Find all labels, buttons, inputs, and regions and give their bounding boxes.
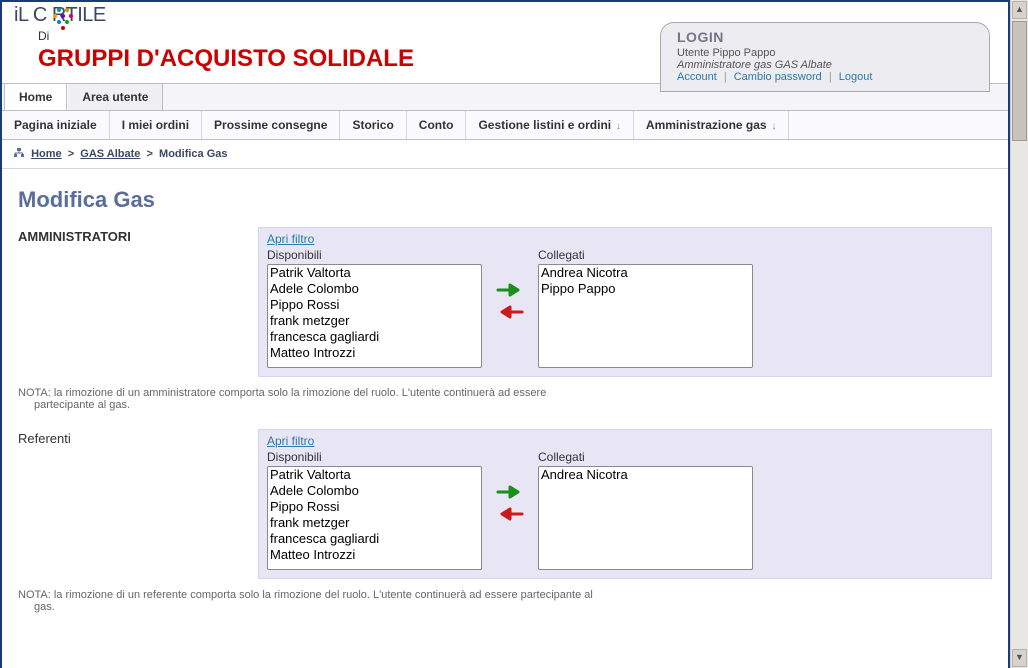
chevron-down-icon: ↓ xyxy=(769,121,777,132)
available-label: Disponibili xyxy=(267,248,482,262)
window-scrollbar[interactable]: ▲ ▼ xyxy=(1010,0,1028,668)
available-label: Disponibili xyxy=(267,450,482,464)
open-filter-link[interactable]: Apri filtro xyxy=(267,434,314,448)
refs-picker: Apri filtro Disponibili Patrik ValtortaA… xyxy=(258,429,992,579)
logo-dots-icon xyxy=(47,4,52,26)
change-password-link[interactable]: Cambio password xyxy=(734,71,822,83)
linked-label: Collegati xyxy=(538,248,753,262)
login-panel: LOGIN Utente Pippo Pappo Amministratore … xyxy=(660,22,990,92)
scroll-thumb[interactable] xyxy=(1012,21,1027,141)
login-role: Amministratore gas GAS Albate xyxy=(677,59,977,71)
refs-linked-list[interactable]: Andrea Nicotra xyxy=(538,466,753,570)
scroll-down-button[interactable]: ▼ xyxy=(1012,649,1027,667)
tab-area-utente[interactable]: Area utente xyxy=(67,84,163,110)
crumb-home[interactable]: Home xyxy=(31,148,62,160)
admins-picker: Apri filtro Disponibili Patrik ValtortaA… xyxy=(258,227,992,377)
subnav-prossime-consegne[interactable]: Prossime consegne xyxy=(202,111,340,139)
section-label-admins: AMMINISTRATORI xyxy=(18,227,258,244)
move-right-button[interactable] xyxy=(496,282,524,298)
sub-nav: Pagina iniziale I miei ordini Prossime c… xyxy=(2,111,1008,140)
subnav-conto[interactable]: Conto xyxy=(407,111,467,139)
open-filter-link[interactable]: Apri filtro xyxy=(267,232,314,246)
account-link[interactable]: Account xyxy=(677,71,717,83)
login-user: Utente Pippo Pappo xyxy=(677,47,977,59)
logo-prefix: iL C xyxy=(14,4,47,26)
tab-home[interactable]: Home xyxy=(4,84,67,110)
refs-available-list[interactable]: Patrik ValtortaAdele ColomboPippo Rossif… xyxy=(267,466,482,570)
breadcrumb: Home > GAS Albate > Modifica Gas xyxy=(2,140,1008,169)
move-left-button[interactable] xyxy=(496,506,524,522)
admins-linked-list[interactable]: Andrea NicotraPippo Pappo xyxy=(538,264,753,368)
logout-link[interactable]: Logout xyxy=(839,71,873,83)
admins-note: NOTA: la rimozione di un amministratore … xyxy=(18,387,938,411)
login-heading: LOGIN xyxy=(677,29,977,45)
subnav-miei-ordini[interactable]: I miei ordini xyxy=(110,111,202,139)
subnav-gestione-listini[interactable]: Gestione listini e ordini ↓ xyxy=(466,111,633,139)
crumb-current: Modifica Gas xyxy=(159,148,227,160)
subnav-pagina-iniziale[interactable]: Pagina iniziale xyxy=(2,111,110,139)
refs-note: NOTA: la rimozione di un referente compo… xyxy=(18,589,938,613)
subnav-amministrazione-gas[interactable]: Amministrazione gas ↓ xyxy=(634,111,789,139)
sitemap-icon xyxy=(14,148,24,158)
page-title: Modifica Gas xyxy=(18,187,992,213)
scroll-up-button[interactable]: ▲ xyxy=(1012,1,1027,19)
move-right-button[interactable] xyxy=(496,484,524,500)
section-label-referenti: Referenti xyxy=(18,429,258,446)
crumb-gas[interactable]: GAS Albate xyxy=(80,148,140,160)
chevron-down-icon: ↓ xyxy=(613,121,621,132)
admins-available-list[interactable]: Patrik ValtortaAdele ColomboPippo Rossif… xyxy=(267,264,482,368)
linked-label: Collegati xyxy=(538,450,753,464)
move-left-button[interactable] xyxy=(496,304,524,320)
subnav-storico[interactable]: Storico xyxy=(340,111,406,139)
